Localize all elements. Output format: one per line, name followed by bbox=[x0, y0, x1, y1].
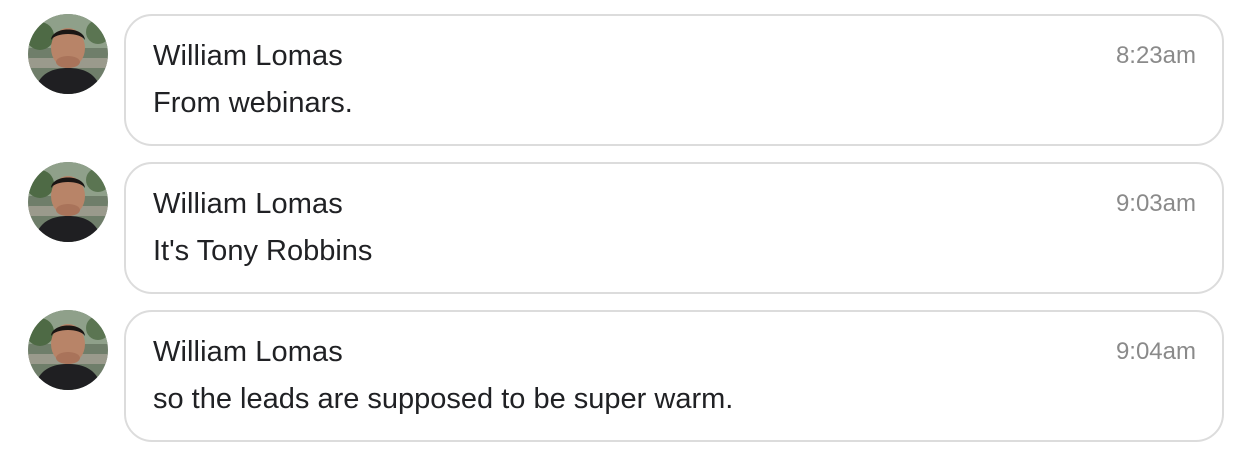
message-bubble[interactable]: William Lomas 9:03am It's Tony Robbins bbox=[124, 162, 1224, 294]
message-item[interactable]: William Lomas 9:03am It's Tony Robbins bbox=[0, 162, 1240, 294]
message-text: From webinars. bbox=[153, 87, 353, 119]
sender-name[interactable]: William Lomas bbox=[153, 188, 343, 221]
sender-name[interactable]: William Lomas bbox=[153, 40, 343, 73]
avatar-photo-icon bbox=[28, 310, 108, 390]
user-avatar[interactable] bbox=[28, 310, 108, 390]
message-bubble[interactable]: William Lomas 9:04am so the leads are su… bbox=[124, 310, 1224, 442]
message-item[interactable]: William Lomas 8:23am From webinars. bbox=[0, 14, 1240, 146]
avatar-photo-icon bbox=[28, 162, 108, 242]
message-text: It's Tony Robbins bbox=[153, 235, 373, 267]
message-bubble[interactable]: William Lomas 8:23am From webinars. bbox=[124, 14, 1224, 146]
user-avatar[interactable] bbox=[28, 14, 108, 94]
message-thread: William Lomas 8:23am From webinars. Will… bbox=[0, 0, 1240, 452]
avatar-photo-icon bbox=[28, 14, 108, 94]
message-timestamp: 9:03am bbox=[1115, 190, 1196, 217]
message-timestamp: 9:04am bbox=[1115, 338, 1196, 365]
message-text: so the leads are supposed to be super wa… bbox=[153, 383, 734, 415]
user-avatar[interactable] bbox=[28, 162, 108, 242]
sender-name[interactable]: William Lomas bbox=[153, 336, 343, 369]
message-item[interactable]: William Lomas 9:04am so the leads are su… bbox=[0, 310, 1240, 442]
message-timestamp: 8:23am bbox=[1115, 42, 1196, 69]
